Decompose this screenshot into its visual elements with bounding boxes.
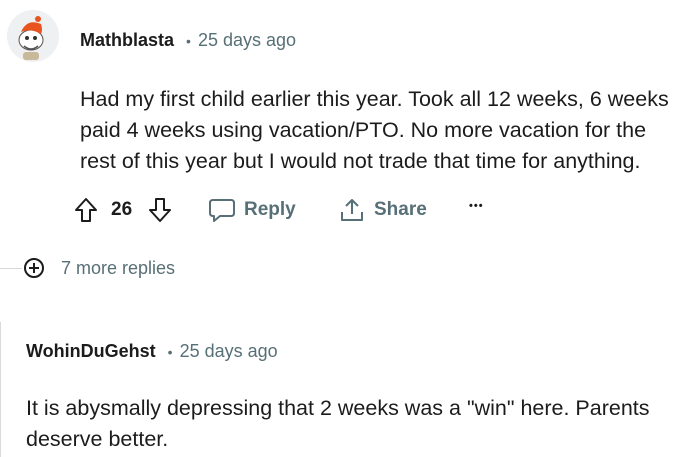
plus-circle-icon: [29, 263, 39, 273]
username[interactable]: WohinDuGehst: [26, 341, 156, 362]
downvote-button[interactable]: [148, 197, 172, 223]
more-options-button[interactable]: •••: [469, 200, 484, 212]
thread-line-horizontal: [0, 268, 22, 269]
comment-header: WohinDuGehst • 25 days ago: [26, 341, 278, 362]
timestamp[interactable]: 25 days ago: [198, 30, 296, 51]
timestamp[interactable]: 25 days ago: [180, 341, 278, 362]
vote-count-label: 26: [111, 199, 133, 220]
comment-body-line: rest of this year but I would not trade …: [80, 149, 641, 173]
downvote-icon: [149, 198, 171, 222]
separator-dot: •: [167, 343, 173, 360]
reply-label: Reply: [244, 199, 296, 220]
comment-bubble-icon: [209, 199, 235, 222]
share-button[interactable]: Share: [339, 197, 427, 223]
comment-body: It is abysmally depressing that 2 weeks …: [26, 393, 650, 455]
comment-header: Mathblasta • 25 days ago: [80, 30, 296, 51]
share-icon: [341, 199, 363, 221]
expand-replies-button[interactable]: [24, 258, 44, 278]
avatar[interactable]: [7, 10, 59, 62]
username[interactable]: Mathblasta: [80, 30, 174, 51]
upvote-icon: [75, 198, 97, 222]
more-options-icon: •••: [469, 200, 484, 212]
comment-body-line: paid 4 weeks using vacation/PTO. No more…: [80, 118, 647, 142]
reply-button[interactable]: Reply: [208, 197, 296, 223]
vote-count: 26: [111, 199, 132, 221]
thread-line-vertical: [0, 322, 1, 457]
share-label: Share: [374, 199, 427, 220]
comment-body-line: It is abysmally depressing that 2 weeks …: [26, 396, 650, 420]
separator-dot: •: [186, 32, 191, 49]
comment-body-line: Had my first child earlier this year. To…: [80, 87, 669, 111]
comment-body: Had my first child earlier this year. To…: [80, 84, 669, 177]
more-replies-link[interactable]: 7 more replies: [61, 258, 175, 279]
comment-body-line: deserve better.: [26, 427, 169, 451]
upvote-button[interactable]: [74, 197, 98, 223]
snoo-avatar-icon: [7, 10, 59, 62]
